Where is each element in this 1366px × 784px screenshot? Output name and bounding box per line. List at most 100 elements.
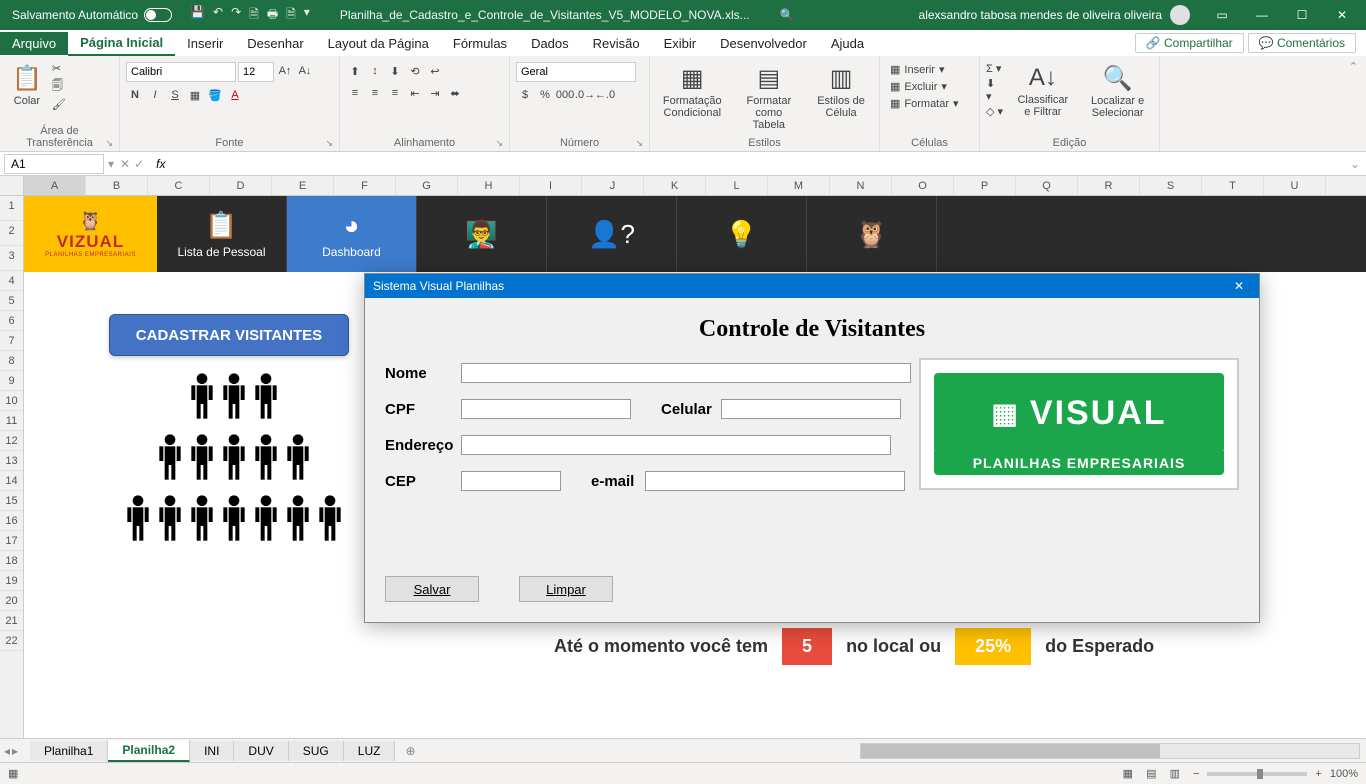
wrap-text-icon[interactable]: ↩ (426, 62, 444, 80)
align-right-icon[interactable]: ≡ (386, 84, 404, 102)
autosum-icon[interactable]: Σ ▾ (986, 62, 1003, 75)
col-header[interactable]: H (458, 176, 520, 195)
launcher-icon[interactable]: ↘ (105, 138, 113, 149)
col-header[interactable]: S (1140, 176, 1202, 195)
input-endereco[interactable] (461, 435, 891, 455)
col-header[interactable]: A (24, 176, 86, 195)
underline-icon[interactable]: S (166, 86, 184, 104)
find-select-button[interactable]: 🔍Localizar e Selecionar (1082, 62, 1153, 121)
expand-formula-icon[interactable]: ⌄ (1344, 157, 1366, 171)
normal-view-icon[interactable]: ▦ (1118, 767, 1138, 781)
format-table-button[interactable]: ▤Formatar como Tabela (733, 62, 806, 133)
cut-icon[interactable]: ✂ (52, 62, 66, 75)
col-header[interactable]: Q (1016, 176, 1078, 195)
conditional-format-button[interactable]: ▦Formatação Condicional (656, 62, 729, 121)
fill-color-icon[interactable]: 🪣 (206, 86, 224, 104)
launcher-icon[interactable]: ↘ (495, 138, 503, 149)
name-box[interactable]: A1 (4, 154, 104, 174)
tab-help[interactable]: Ajuda (819, 32, 876, 55)
maximize-icon[interactable]: ☐ (1282, 8, 1322, 22)
sheet-tab-duv[interactable]: DUV (234, 741, 288, 761)
clear-icon[interactable]: ◇ ▾ (986, 105, 1003, 118)
decrease-indent-icon[interactable]: ⇤ (406, 84, 424, 102)
zoom-slider[interactable] (1207, 772, 1307, 776)
nav-item-6[interactable]: 🦉 (807, 196, 937, 272)
row-header[interactable]: 18 (0, 551, 23, 571)
qat-icon[interactable]: 🖶 (267, 5, 278, 26)
align-left-icon[interactable]: ≡ (346, 84, 364, 102)
sheet-tab-planilha1[interactable]: Planilha1 (30, 741, 108, 761)
tab-developer[interactable]: Desenvolvedor (708, 32, 819, 55)
align-middle-icon[interactable]: ↕ (366, 62, 384, 80)
minimize-icon[interactable]: — (1242, 8, 1282, 22)
search-icon[interactable]: 🔍 (770, 8, 805, 22)
input-cpf[interactable] (461, 399, 631, 419)
ribbon-options-icon[interactable]: ▭ (1202, 8, 1242, 22)
select-all-corner[interactable] (0, 176, 23, 196)
col-header[interactable]: L (706, 176, 768, 195)
share-button[interactable]: 🔗 Compartilhar (1135, 33, 1244, 53)
decrease-decimal-icon[interactable]: ←.0 (596, 86, 614, 104)
col-header[interactable]: K (644, 176, 706, 195)
row-header[interactable]: 2 (0, 221, 23, 246)
tab-home[interactable]: Página Inicial (68, 31, 175, 56)
col-header[interactable]: P (954, 176, 1016, 195)
row-header[interactable]: 21 (0, 611, 23, 631)
autosave-toggle[interactable]: Salvamento Automático (4, 8, 180, 22)
col-header[interactable]: D (210, 176, 272, 195)
sheet-tab-ini[interactable]: INI (190, 741, 234, 761)
cancel-formula-icon[interactable]: ✕ (120, 157, 130, 171)
clear-button[interactable]: Limpar (519, 576, 613, 602)
row-header[interactable]: 16 (0, 511, 23, 531)
format-painter-icon[interactable]: 🖌 (52, 98, 66, 111)
row-header[interactable]: 14 (0, 471, 23, 491)
horizontal-scrollbar[interactable] (860, 743, 1360, 759)
sheet-tab-luz[interactable]: LUZ (344, 741, 396, 761)
nav-lista-pessoal[interactable]: 📋 Lista de Pessoal (157, 196, 287, 272)
toggle-switch[interactable] (144, 8, 172, 22)
comments-button[interactable]: 💬 Comentários (1248, 33, 1356, 53)
nav-item-4[interactable]: 👤? (547, 196, 677, 272)
formula-input[interactable] (172, 156, 1344, 171)
nav-item-3[interactable]: 👨‍🏫 (417, 196, 547, 272)
input-nome[interactable] (461, 363, 911, 383)
tab-insert[interactable]: Inserir (175, 32, 235, 55)
align-top-icon[interactable]: ⬆ (346, 62, 364, 80)
currency-icon[interactable]: $ (516, 86, 534, 104)
save-button[interactable]: Salvar (385, 576, 479, 602)
nav-item-5[interactable]: 💡 (677, 196, 807, 272)
enter-formula-icon[interactable]: ✓ (134, 157, 144, 171)
row-header[interactable]: 11 (0, 411, 23, 431)
col-header[interactable]: T (1202, 176, 1264, 195)
undo-icon[interactable]: ↶ (213, 5, 223, 26)
nav-dashboard[interactable]: ◕ Dashboard (287, 196, 417, 272)
tab-formulas[interactable]: Fórmulas (441, 32, 519, 55)
row-header[interactable]: 7 (0, 331, 23, 351)
col-header[interactable]: R (1078, 176, 1140, 195)
tab-review[interactable]: Revisão (581, 32, 652, 55)
launcher-icon[interactable]: ↘ (325, 138, 333, 149)
user-account[interactable]: alexsandro tabosa mendes de oliveira oli… (907, 5, 1202, 25)
fx-icon[interactable]: fx (150, 157, 171, 171)
row-header[interactable]: 19 (0, 571, 23, 591)
bold-icon[interactable]: N (126, 86, 144, 104)
row-header[interactable]: 4 (0, 271, 23, 291)
align-bottom-icon[interactable]: ⬇ (386, 62, 404, 80)
col-header[interactable]: B (86, 176, 148, 195)
col-header[interactable]: O (892, 176, 954, 195)
tab-layout[interactable]: Layout da Página (316, 32, 441, 55)
col-header[interactable]: U (1264, 176, 1326, 195)
delete-cells-button[interactable]: ▦ Excluir ▾ (886, 79, 963, 94)
qat-icon[interactable]: 🗎 (249, 5, 259, 26)
row-header[interactable]: 10 (0, 391, 23, 411)
col-header[interactable]: M (768, 176, 830, 195)
save-icon[interactable]: 💾 (190, 5, 205, 26)
font-color-icon[interactable]: A (226, 86, 244, 104)
decrease-font-icon[interactable]: A↓ (296, 62, 314, 80)
col-header[interactable]: J (582, 176, 644, 195)
qat-dropdown-icon[interactable]: ▾ (304, 5, 310, 26)
qat-icon[interactable]: 🗎 (286, 5, 296, 26)
sort-filter-button[interactable]: A↓Classificar e Filtrar (1007, 62, 1078, 120)
zoom-level[interactable]: 100% (1330, 768, 1358, 780)
number-format-combo[interactable] (516, 62, 636, 82)
